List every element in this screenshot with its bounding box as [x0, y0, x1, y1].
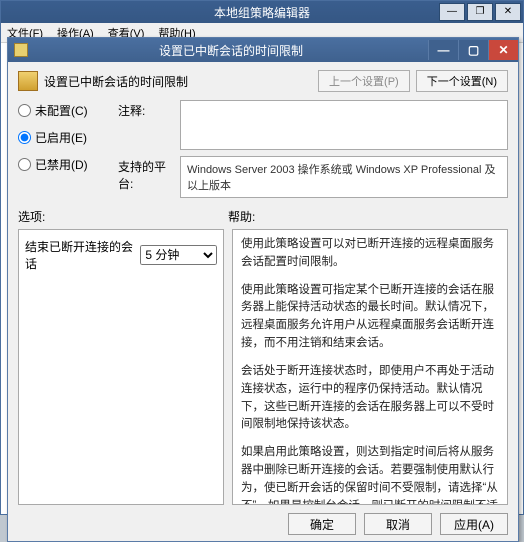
- cancel-button[interactable]: 取消: [364, 513, 432, 535]
- radio-not-configured-input[interactable]: [18, 104, 31, 117]
- options-label: 选项:: [18, 208, 228, 225]
- options-pane: 结束已断开连接的会话 5 分钟: [18, 229, 224, 505]
- dialog-header-row: 设置已中断会话的时间限制 上一个设置(P) 下一个设置(N): [18, 70, 508, 92]
- radio-disabled[interactable]: 已禁用(D): [18, 156, 118, 173]
- help-pane[interactable]: 使用此策略设置可以对已断开连接的远程桌面服务会话配置时间限制。 使用此策略设置可…: [232, 229, 508, 505]
- outer-body: 设置已中断会话的时间限制 — ▢ ✕ 设置已中断会话的时间限制 上一个设置(P)…: [1, 43, 523, 514]
- policy-dialog: 设置已中断会话的时间限制 — ▢ ✕ 设置已中断会话的时间限制 上一个设置(P)…: [7, 37, 519, 542]
- outer-title: 本地组策略编辑器: [214, 4, 310, 21]
- radio-not-configured[interactable]: 未配置(C): [18, 102, 118, 119]
- help-p2: 会话处于断开连接状态时，即使用户不再处于活动连接状态，运行中的程序仍保持活动。默…: [241, 363, 499, 434]
- dialog-button-row: 确定 取消 应用(A): [18, 505, 508, 535]
- mid-block: 结束已断开连接的会话 5 分钟 使用此策略设置可以对已断开连接的远程桌面服务会话…: [18, 229, 508, 505]
- option-select[interactable]: 5 分钟: [140, 245, 217, 265]
- option-label: 结束已断开连接的会话: [25, 238, 134, 272]
- nav-buttons: 上一个设置(P) 下一个设置(N): [318, 70, 508, 92]
- top-block: 未配置(C) 已启用(E) 已禁用(D) 注释:: [18, 100, 508, 198]
- option-row: 结束已断开连接的会话 5 分钟: [25, 238, 217, 272]
- state-radios: 未配置(C) 已启用(E) 已禁用(D): [18, 100, 118, 198]
- supported-label: 支持的平台:: [118, 156, 174, 192]
- help-label: 帮助:: [228, 208, 255, 225]
- dialog-minimize-button[interactable]: —: [428, 40, 458, 60]
- supported-value: Windows Server 2003 操作系统或 Windows XP Pro…: [180, 156, 508, 198]
- outer-close-button[interactable]: ✕: [495, 3, 521, 21]
- outer-window-controls: — ❐ ✕: [439, 3, 521, 21]
- mid-labels: 选项: 帮助:: [18, 208, 508, 225]
- radio-disabled-input[interactable]: [18, 158, 31, 171]
- dialog-body: 设置已中断会话的时间限制 上一个设置(P) 下一个设置(N) 未配置(C): [8, 62, 518, 541]
- comment-row: 注释:: [118, 100, 508, 150]
- dialog-close-button[interactable]: ✕: [488, 40, 518, 60]
- outer-titlebar: 本地组策略编辑器 — ❐ ✕: [1, 1, 523, 23]
- policy-icon: [18, 71, 38, 91]
- help-p1: 使用此策略设置可指定某个已断开连接的会话在服务器上能保持活动状态的最长时间。默认…: [241, 282, 499, 353]
- help-p3: 如果启用此策略设置，则达到指定时间后将从服务器中删除已断开连接的会话。若要强制使…: [241, 444, 499, 505]
- top-right-col: 注释: 支持的平台: Windows Server 2003 操作系统或 Win…: [118, 100, 508, 198]
- help-p0: 使用此策略设置可以对已断开连接的远程桌面服务会话配置时间限制。: [241, 236, 499, 272]
- next-setting-button[interactable]: 下一个设置(N): [416, 70, 508, 92]
- outer-maximize-button[interactable]: ❐: [467, 3, 493, 21]
- radio-enabled-label: 已启用(E): [35, 129, 87, 146]
- supported-row: 支持的平台: Windows Server 2003 操作系统或 Windows…: [118, 156, 508, 198]
- radio-not-configured-label: 未配置(C): [35, 102, 88, 119]
- radio-disabled-label: 已禁用(D): [35, 156, 88, 173]
- prev-setting-button[interactable]: 上一个设置(P): [318, 70, 410, 92]
- dialog-titlebar: 设置已中断会话的时间限制 — ▢ ✕: [8, 38, 518, 62]
- gpedit-window: 本地组策略编辑器 — ❐ ✕ 文件(F) 操作(A) 查看(V) 帮助(H) 设…: [0, 0, 524, 515]
- radio-enabled[interactable]: 已启用(E): [18, 129, 118, 146]
- ok-button[interactable]: 确定: [288, 513, 356, 535]
- dialog-icon: [14, 43, 28, 57]
- dialog-window-controls: — ▢ ✕: [428, 40, 518, 60]
- comment-input[interactable]: [180, 100, 508, 150]
- dialog-title: 设置已中断会话的时间限制: [34, 42, 428, 59]
- radio-enabled-input[interactable]: [18, 131, 31, 144]
- apply-button[interactable]: 应用(A): [440, 513, 508, 535]
- dialog-maximize-button[interactable]: ▢: [458, 40, 488, 60]
- outer-minimize-button[interactable]: —: [439, 3, 465, 21]
- comment-label: 注释:: [118, 100, 174, 119]
- policy-header-title: 设置已中断会话的时间限制: [44, 73, 318, 90]
